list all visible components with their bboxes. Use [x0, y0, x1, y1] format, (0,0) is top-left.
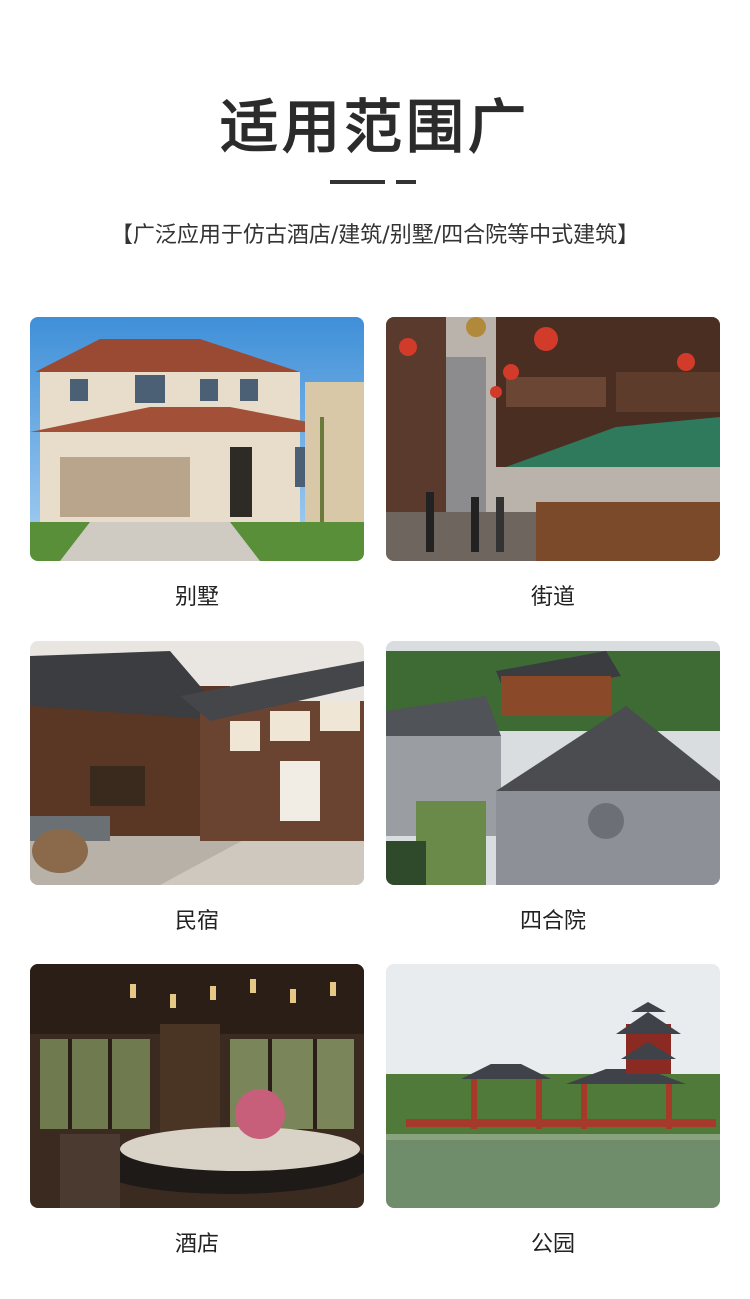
title-divider-long	[330, 180, 385, 184]
gallery-label-villa: 别墅	[174, 585, 219, 610]
gallery-card-guesthouse: 民宿	[30, 641, 364, 937]
gallery-label-hotel: 酒店	[174, 1232, 219, 1257]
page-subtitle: 【广泛应用于仿古酒店/建筑/别墅/四合院等中式建筑】	[110, 223, 640, 248]
gallery-card-courtyard: 四合院	[386, 641, 720, 937]
courtyard-photo	[386, 641, 720, 885]
park-photo	[386, 964, 720, 1208]
guesthouse-photo	[30, 641, 364, 885]
gallery-card-street: 街道	[386, 317, 720, 613]
gallery-label-street: 街道	[530, 585, 575, 610]
page-title: 适用范围广	[219, 93, 530, 161]
gallery-label-guesthouse: 民宿	[174, 909, 219, 934]
title-divider-short	[396, 180, 416, 184]
gallery-card-villa: 别墅	[30, 317, 364, 613]
hotel-photo	[30, 964, 364, 1208]
gallery-label-park: 公园	[530, 1232, 575, 1257]
gallery-card-park: 公园	[386, 964, 720, 1260]
villa-photo	[30, 317, 364, 561]
gallery-label-courtyard: 四合院	[519, 909, 586, 934]
gallery-card-hotel: 酒店	[30, 964, 364, 1260]
street-photo	[386, 317, 720, 561]
